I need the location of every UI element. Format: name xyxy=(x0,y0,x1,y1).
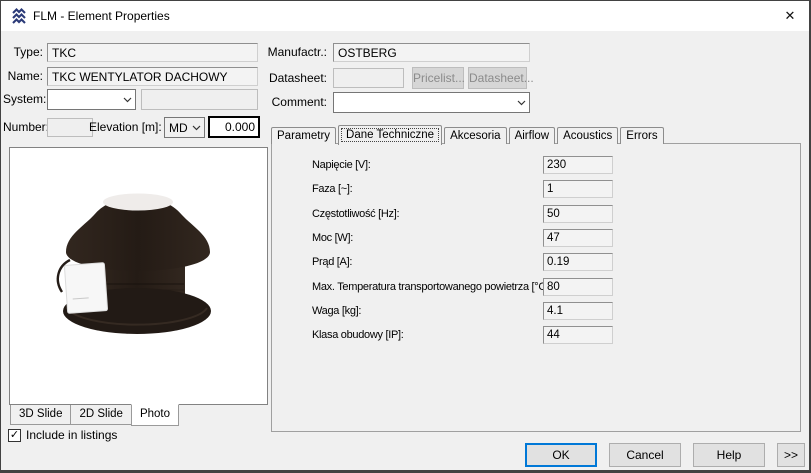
number-label: Number: xyxy=(3,120,50,134)
include-in-listings-checkbox[interactable]: ✓ xyxy=(8,429,21,442)
param-value-field[interactable]: 50 xyxy=(543,204,613,223)
param-value-field[interactable]: 4.1 xyxy=(543,301,613,320)
tab-2d-slide[interactable]: 2D Slide xyxy=(70,405,132,425)
pricelist-button[interactable]: Pricelist... xyxy=(412,67,465,89)
elevation-mode-value: MD xyxy=(169,120,188,135)
title-bar[interactable]: FLM - Element Properties ✕ xyxy=(1,1,809,31)
comment-label: Comment: xyxy=(271,95,327,109)
manufacturer-label: Manufactr.: xyxy=(267,45,327,59)
parameter-rows: Napięcie [V]: 230 Faza [~]: 1 Częstotliw… xyxy=(272,153,800,347)
parameter-row: Faza [~]: 1 xyxy=(272,177,800,201)
datasheet-label: Datasheet: xyxy=(268,71,327,85)
app-logo-icon xyxy=(11,8,27,24)
comment-combobox[interactable] xyxy=(333,92,530,113)
photo-tabstrip: 3D Slide 2D Slide Photo xyxy=(10,404,179,426)
tab-errors[interactable]: Errors xyxy=(620,127,664,144)
param-value-field[interactable]: 1 xyxy=(543,180,613,199)
product-photo xyxy=(9,147,268,405)
param-label: Klasa obudowy [IP]: xyxy=(312,329,404,342)
param-value-field[interactable]: 44 xyxy=(543,326,613,345)
param-value-field[interactable]: 230 xyxy=(543,156,613,175)
ok-button[interactable]: OK xyxy=(525,443,597,467)
more-options-button[interactable]: >> xyxy=(777,443,805,467)
include-in-listings-label: Include in listings xyxy=(26,428,118,442)
elevation-input[interactable] xyxy=(208,116,260,138)
roof-fan-image xyxy=(56,193,211,334)
tab-airflow[interactable]: Airflow xyxy=(508,127,556,144)
param-label: Napięcie [V]: xyxy=(312,159,371,172)
flm-element-properties-dialog: FLM - Element Properties ✕ Type: Name: S… xyxy=(0,0,811,473)
parameter-row: Napięcie [V]: 230 xyxy=(272,153,800,177)
parameter-row: Prąd [A]: 0.19 xyxy=(272,250,800,274)
param-label: Prąd [A]: xyxy=(312,256,353,269)
tab-photo[interactable]: Photo xyxy=(130,404,179,426)
footer-button-row: OK Cancel Help >> xyxy=(525,443,805,467)
tab-parametry[interactable]: Parametry xyxy=(271,127,337,144)
elevation-label: Elevation [m]: xyxy=(89,120,162,134)
param-label: Moc [W]: xyxy=(312,232,353,245)
system-aux-field xyxy=(141,89,258,110)
tab-3d-slide[interactable]: 3D Slide xyxy=(10,405,72,425)
system-label: System: xyxy=(3,92,47,106)
chevron-down-icon[interactable] xyxy=(513,100,529,106)
name-label: Name: xyxy=(7,69,43,83)
number-field xyxy=(47,118,93,137)
param-label: Częstotliwość [Hz]: xyxy=(312,207,400,220)
cancel-button[interactable]: Cancel xyxy=(609,443,681,467)
tab-dane-techniczne[interactable]: Dane Techniczne xyxy=(338,125,443,145)
chevron-down-icon[interactable] xyxy=(188,125,204,131)
window-title: FLM - Element Properties xyxy=(33,9,170,23)
parameter-row: Max. Temperatura transportowanego powiet… xyxy=(272,274,800,298)
type-field[interactable] xyxy=(47,43,258,62)
param-value-field[interactable]: 47 xyxy=(543,229,613,248)
type-label: Type: xyxy=(13,45,43,59)
tab-akcesoria[interactable]: Akcesoria xyxy=(444,127,507,144)
parameter-row: Klasa obudowy [IP]: 44 xyxy=(272,323,800,347)
datasheet-field xyxy=(333,68,404,88)
tab-acoustics[interactable]: Acoustics xyxy=(557,127,619,144)
elevation-mode-combobox[interactable]: MD xyxy=(164,117,205,138)
parameter-row: Częstotliwość [Hz]: 50 xyxy=(272,202,800,226)
param-label: Waga [kg]: xyxy=(312,304,362,317)
help-button[interactable]: Help xyxy=(693,443,765,467)
param-value-field[interactable]: 0.19 xyxy=(543,253,613,272)
param-value-field[interactable]: 80 xyxy=(543,277,613,296)
datasheet-button[interactable]: Datasheet... xyxy=(468,67,534,89)
close-icon[interactable]: ✕ xyxy=(781,7,799,25)
chevron-down-icon[interactable] xyxy=(119,97,135,103)
manufacturer-field[interactable] xyxy=(333,43,530,62)
parameter-tabstrip: Parametry Dane Techniczne Akcesoria Airf… xyxy=(271,125,666,145)
dane-techniczne-panel: Napięcie [V]: 230 Faza [~]: 1 Częstotliw… xyxy=(271,143,801,432)
param-label: Max. Temperatura transportowanego powiet… xyxy=(312,280,552,293)
parameter-row: Moc [W]: 47 xyxy=(272,226,800,250)
name-field[interactable] xyxy=(47,67,258,86)
system-combobox[interactable] xyxy=(47,89,136,110)
param-label: Faza [~]: xyxy=(312,183,353,196)
parameter-row: Waga [kg]: 4.1 xyxy=(272,299,800,323)
